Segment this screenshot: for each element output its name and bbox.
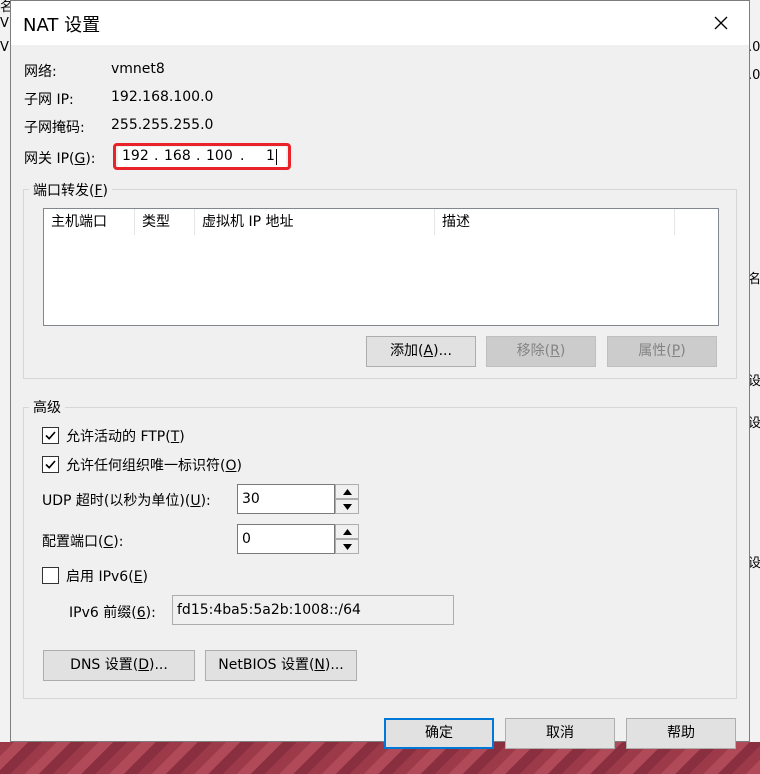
ip-dot: .	[240, 148, 245, 164]
network-value: vmnet8	[111, 61, 165, 77]
ip-octet: 1	[266, 148, 275, 164]
udp-timeout-input[interactable]: 30	[237, 484, 335, 514]
bg-fragment: V	[0, 16, 9, 31]
udp-timeout-label: UDP 超时(以秒为单位)(U):	[42, 493, 211, 509]
advanced-title: 高级	[29, 397, 65, 417]
ip-octet: 100	[206, 148, 233, 164]
ok-button[interactable]: 确定	[384, 718, 494, 749]
column-header-description[interactable]: 描述	[435, 209, 675, 235]
add-button[interactable]: 添加(A)...	[366, 336, 476, 367]
arrow-up-icon	[343, 489, 352, 495]
close-button[interactable]	[701, 7, 741, 39]
config-port-input[interactable]: 0	[237, 524, 335, 554]
checkmark-icon	[45, 460, 56, 469]
allow-active-ftp-label: 允许活动的 FTP(T)	[66, 429, 185, 445]
subnet-mask-label: 子网掩码:	[24, 120, 85, 136]
arrow-down-icon	[343, 504, 352, 510]
column-header-type[interactable]: 类型	[135, 209, 195, 235]
text-caret	[276, 149, 277, 165]
spin-down-button[interactable]	[335, 499, 359, 514]
port-forwarding-title: 端口转发(F)	[29, 180, 112, 200]
gateway-ip-label: 网关 IP(G):	[24, 151, 96, 167]
subnet-ip-label: 子网 IP:	[24, 92, 74, 108]
arrow-up-icon	[343, 529, 352, 535]
bg-fragment: V	[0, 40, 9, 55]
port-forwarding-list[interactable]: 主机端口 类型 虚拟机 IP 地址 描述	[43, 208, 719, 326]
config-port-label: 配置端口(C):	[42, 534, 124, 550]
ipv6-prefix-input[interactable]: fd15:4ba5:5a2b:1008::/64	[172, 595, 454, 625]
nat-settings-dialog: NAT 设置 网络: vmnet8 子网 IP: 192.168.100.0 子…	[10, 0, 750, 749]
ip-dot: .	[154, 148, 159, 164]
column-header-vm-ip[interactable]: 虚拟机 IP 地址	[195, 209, 435, 235]
allow-active-ftp-checkbox[interactable]	[42, 427, 59, 444]
cancel-button[interactable]: 取消	[505, 718, 615, 749]
spin-up-button[interactable]	[335, 524, 359, 539]
spin-up-button[interactable]	[335, 484, 359, 499]
spin-down-button[interactable]	[335, 539, 359, 554]
allow-any-oui-checkbox[interactable]	[42, 456, 59, 473]
remove-button[interactable]: 移除(R)	[486, 336, 596, 367]
checkmark-icon	[45, 431, 56, 440]
config-port-spinner[interactable]	[335, 524, 359, 554]
ip-dot: .	[196, 148, 201, 164]
dialog-title: NAT 设置	[23, 15, 101, 36]
dns-settings-button[interactable]: DNS 设置(D)...	[43, 650, 195, 681]
ip-octet: 192	[122, 148, 149, 164]
udp-timeout-spinner[interactable]	[335, 484, 359, 514]
title-bar: NAT 设置	[11, 1, 749, 45]
column-header-host-port[interactable]: 主机端口	[44, 209, 135, 235]
allow-any-oui-label: 允许任何组织唯一标识符(O)	[66, 458, 242, 474]
netbios-settings-button[interactable]: NetBIOS 设置(N)...	[205, 650, 357, 681]
ip-octet: 168	[164, 148, 191, 164]
arrow-down-icon	[343, 544, 352, 550]
ipv6-prefix-label: IPv6 前缀(6):	[69, 605, 156, 621]
subnet-ip-value: 192.168.100.0	[111, 89, 214, 105]
properties-button[interactable]: 属性(P)	[607, 336, 717, 367]
enable-ipv6-label: 启用 IPv6(E)	[66, 569, 149, 585]
gateway-ip-input[interactable]: 192 . 168 . 100 . 1	[118, 147, 286, 167]
close-icon	[714, 16, 728, 30]
subnet-mask-value: 255.255.255.0	[111, 117, 214, 133]
enable-ipv6-checkbox[interactable]	[42, 567, 59, 584]
help-button[interactable]: 帮助	[626, 718, 736, 749]
network-label: 网络:	[24, 64, 57, 80]
